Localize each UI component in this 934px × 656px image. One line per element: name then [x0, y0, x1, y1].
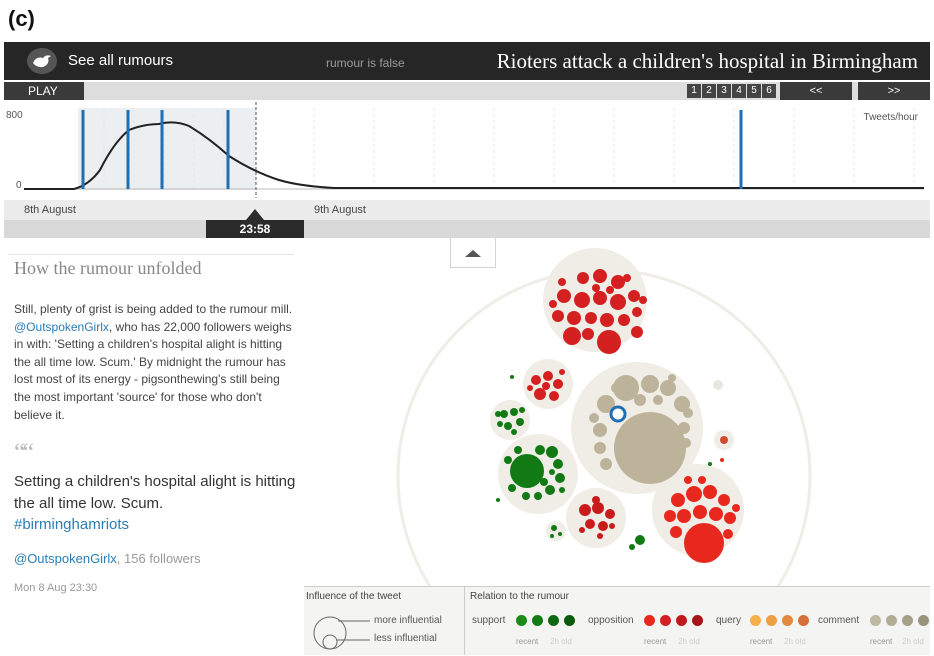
comment-tweet	[713, 380, 723, 390]
support-swatch	[564, 615, 575, 626]
legend-recent: recent	[516, 637, 539, 646]
author-link[interactable]: @OutspokenGirlx	[14, 551, 117, 566]
opposition-tweet	[720, 458, 724, 462]
tweet-author: @OutspokenGirlx, 156 followers	[14, 551, 201, 566]
day-button-4[interactable]: 4	[732, 84, 746, 98]
tweet-timestamp: Mon 8 Aug 23:30	[14, 582, 98, 594]
story-title: How the rumour unfolded	[14, 258, 202, 278]
legend-old: 2h old	[550, 637, 572, 646]
selected-tweet-marker	[609, 405, 627, 423]
day-button-3[interactable]: 3	[717, 84, 731, 98]
tweet-cluster-visualization[interactable]	[300, 238, 930, 656]
day-button-2[interactable]: 2	[702, 84, 716, 98]
panel-label: (c)	[8, 6, 35, 31]
divider	[464, 587, 465, 655]
legend-support-label: support	[472, 615, 506, 626]
opposition-swatch	[644, 615, 655, 626]
see-all-rumours-link[interactable]: See all rumours	[68, 52, 173, 69]
legend-influence-title: Influence of the tweet	[306, 591, 402, 602]
quote-icon: ““	[14, 438, 34, 467]
story-text: Still, plenty of grist is being added to…	[14, 302, 293, 316]
opposition-swatch	[660, 615, 671, 626]
date-axis: 8th August 9th August	[4, 200, 930, 220]
header-bar: See all rumours rumour is false Rioters …	[4, 42, 930, 80]
y-min-label: 0	[16, 180, 22, 191]
comment-swatch	[886, 615, 897, 626]
legend-comment-label: comment	[818, 615, 860, 626]
story-text: , who has 22,000 followers weighs in wit…	[14, 319, 292, 422]
support-swatch	[516, 615, 527, 626]
query-swatch	[750, 615, 761, 626]
legend-old: 2h old	[784, 637, 806, 646]
support-cluster-bg	[490, 400, 530, 440]
user-link[interactable]: @OutspokenGirlx	[14, 320, 109, 334]
comment-swatch	[902, 615, 913, 626]
previous-button[interactable]: <<	[780, 82, 852, 100]
legend-old: 2h old	[678, 637, 700, 646]
query-swatch	[766, 615, 777, 626]
play-button[interactable]: PLAY	[4, 82, 84, 100]
legend-more-label: more influential	[374, 615, 442, 626]
date-label: 9th August	[314, 204, 366, 216]
story-body: Still, plenty of grist is being added to…	[14, 301, 294, 424]
support-swatch	[548, 615, 559, 626]
tweet-volume-timeline[interactable]: 800 0 Tweets/hour	[4, 100, 930, 198]
legend: Influence of the tweet more influential …	[304, 586, 930, 655]
comment-swatch	[918, 615, 929, 626]
next-button[interactable]: >>	[858, 82, 930, 100]
day-button-6[interactable]: 6	[762, 84, 776, 98]
follower-count: , 156 followers	[116, 551, 201, 566]
influence-size-icon	[313, 616, 370, 650]
legend-old: 2h old	[902, 637, 924, 646]
legend-recent: recent	[750, 637, 773, 646]
query-swatch	[782, 615, 793, 626]
opposition-swatch	[676, 615, 687, 626]
rumour-headline: Rioters attack a children's hospital in …	[496, 49, 918, 73]
opposition-tweet	[720, 436, 728, 444]
legend-query-label: query	[716, 615, 742, 626]
playback-controls: PLAY 1 2 3 4 5 6 << >>	[4, 82, 930, 100]
rumour-status-label: rumour is false	[326, 56, 405, 70]
comment-swatch	[870, 615, 881, 626]
scrub-bar[interactable]	[4, 220, 930, 238]
twitter-bird-icon[interactable]	[26, 46, 58, 76]
current-time-label[interactable]: 23:58	[206, 220, 304, 238]
divider	[8, 254, 294, 255]
legend-less-label: less influential	[374, 633, 437, 644]
legend-opposition-label: opposition	[588, 615, 634, 626]
legend-relation-title: Relation to the rumour	[470, 591, 569, 602]
day-button-5[interactable]: 5	[747, 84, 761, 98]
tweet-text: Setting a children's hospital alight is …	[14, 471, 314, 536]
tweet-body: Setting a children's hospital alight is …	[14, 473, 296, 512]
hashtag-link[interactable]: #birminghamriots	[14, 516, 129, 533]
y-max-label: 800	[6, 110, 23, 121]
query-swatch	[798, 615, 809, 626]
support-swatch	[532, 615, 543, 626]
date-label: 8th August	[24, 204, 76, 216]
day-button-1[interactable]: 1	[687, 84, 701, 98]
legend-recent: recent	[644, 637, 667, 646]
time-pointer-icon	[246, 209, 264, 220]
support-cluster-bg	[546, 521, 566, 541]
opposition-swatch	[692, 615, 703, 626]
legend-recent: recent	[870, 637, 893, 646]
unit-label: Tweets/hour	[864, 112, 919, 123]
